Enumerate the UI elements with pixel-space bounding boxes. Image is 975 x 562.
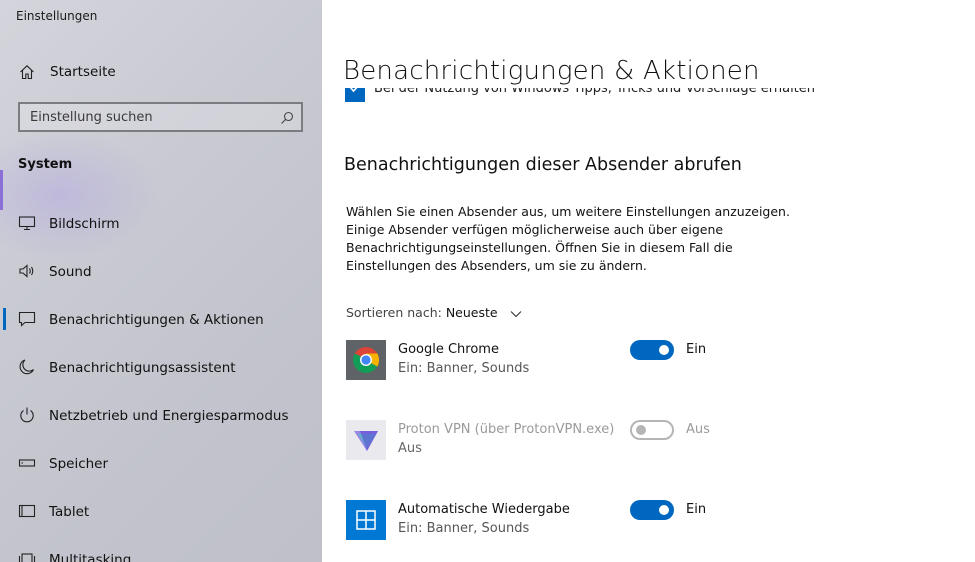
speaker-icon [18, 262, 36, 280]
sidebar-item-label: Tablet [49, 504, 90, 520]
sender-status: Aus [398, 441, 422, 456]
sender-status: Ein: Banner, Sounds [398, 361, 530, 376]
chrome-icon [346, 340, 386, 380]
tablet-icon [18, 502, 36, 520]
sidebar-section-system: System [18, 157, 73, 172]
sort-label: Sortieren nach: [346, 305, 442, 320]
sidebar-item-label: Sound [49, 264, 92, 280]
toggle-state-label: Ein [686, 342, 707, 357]
sidebar-item-power[interactable]: Netzbetrieb und Energiesparmodus [0, 392, 322, 440]
sidebar-item-label: Benachrichtigungen & Aktionen [49, 312, 264, 328]
search-icon[interactable] [280, 110, 294, 124]
autoplay-icon [346, 500, 386, 540]
sender-toggle-autoplay[interactable] [630, 500, 674, 520]
sidebar-home-label: Startseite [50, 64, 116, 80]
sidebar-item-home[interactable]: Startseite [0, 58, 322, 88]
window-title: Einstellungen [16, 9, 98, 23]
toggle-state-label: Aus [686, 422, 710, 437]
sidebar-item-label: Netzbetrieb und Energiesparmodus [49, 408, 289, 424]
sender-toggle-chrome[interactable] [630, 340, 674, 360]
settings-main-pane: Bei der Nutzung von Windows Tipps, Trick… [322, 0, 975, 562]
sender-name: Google Chrome [398, 342, 499, 357]
sidebar-item-label: Bildschirm [49, 216, 120, 232]
sidebar-item-storage[interactable]: Speicher [0, 440, 322, 488]
page-title: Benachrichtigungen & Aktionen [343, 56, 760, 86]
toggle-knob [659, 505, 669, 515]
monitor-icon [18, 214, 36, 232]
sidebar-item-label: Benachrichtigungsassistent [49, 360, 236, 376]
notification-icon [18, 310, 36, 328]
sort-dropdown[interactable]: Sortieren nach: Neueste [346, 305, 522, 321]
sender-status: Ein: Banner, Sounds [398, 521, 530, 536]
senders-section-title: Benachrichtigungen dieser Absender abruf… [344, 155, 742, 175]
sender-row-autoplay[interactable]: Automatische Wiedergabe Ein: Banner, Sou… [346, 500, 946, 546]
sidebar-item-bildschirm[interactable]: Bildschirm [0, 200, 322, 248]
home-icon [19, 64, 35, 80]
multitasking-icon [18, 550, 36, 562]
sidebar-item-label: Multitasking [49, 552, 132, 562]
senders-description: Wählen Sie einen Absender aus, um weiter… [346, 204, 790, 273]
settings-search-box[interactable] [18, 102, 303, 132]
power-icon [18, 406, 36, 424]
toggle-knob [636, 425, 646, 435]
checkmark-icon [349, 88, 358, 93]
toggle-state-label: Ein [686, 502, 707, 517]
sender-row-google-chrome[interactable]: Google Chrome Ein: Banner, Sounds Ein [346, 340, 946, 386]
sidebar-item-notifications[interactable]: Benachrichtigungen & Aktionen [0, 296, 322, 344]
sender-row-proton-vpn[interactable]: Proton VPN (über ProtonVPN.exe) Aus Aus [346, 420, 946, 466]
search-input[interactable] [20, 104, 280, 130]
sidebar-item-sound[interactable]: Sound [0, 248, 322, 296]
sidebar-item-tablet[interactable]: Tablet [0, 488, 322, 536]
moon-icon [18, 358, 36, 376]
sidebar-item-label: Speicher [49, 456, 109, 472]
tips-checkbox[interactable] [345, 88, 365, 102]
sidebar-nav-list: Bildschirm Sound Benachrichtigungen & Ak… [0, 200, 322, 562]
sender-toggle-protonvpn[interactable] [630, 420, 674, 440]
sidebar-item-multitasking[interactable]: Multitasking [0, 536, 322, 562]
chevron-down-icon [510, 306, 522, 321]
settings-sidebar: Einstellungen Startseite System Bildschi… [0, 0, 322, 562]
sort-value: Neueste [445, 305, 498, 320]
sender-name: Proton VPN (über ProtonVPN.exe) [398, 422, 615, 437]
storage-icon [18, 454, 36, 472]
sender-name: Automatische Wiedergabe [398, 502, 570, 517]
toggle-knob [659, 345, 669, 355]
sidebar-item-focus-assist[interactable]: Benachrichtigungsassistent [0, 344, 322, 392]
protonvpn-icon [346, 420, 386, 460]
